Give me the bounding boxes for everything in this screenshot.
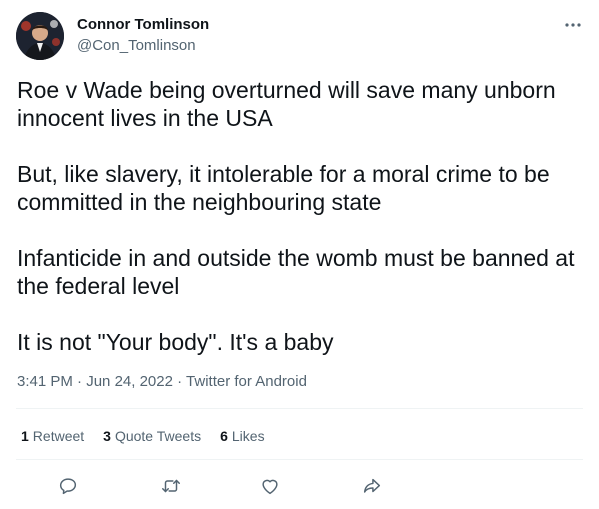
- retweet-button[interactable]: [157, 472, 185, 500]
- retweet-icon: [162, 479, 180, 493]
- avatar-photo: [16, 12, 64, 60]
- author-avatar[interactable]: [16, 12, 64, 60]
- tweet-paragraph: But, like slavery, it intolerable for a …: [17, 161, 550, 215]
- tweet-text: Roe v Wade being overturned will save ma…: [17, 76, 589, 356]
- retweets-count: 1: [21, 428, 29, 444]
- meta-separator: ·: [72, 373, 87, 390]
- share-button[interactable]: [358, 472, 386, 500]
- quote-tweets-stat[interactable]: 3 Quote Tweets: [103, 426, 201, 446]
- reply-icon: [59, 478, 77, 495]
- author-display-name[interactable]: Connor Tomlinson: [77, 15, 209, 35]
- tweet-metadata: 3:41 PM · Jun 24, 2022 · Twitter for And…: [17, 372, 307, 392]
- tweet-paragraph: Infanticide in and outside the womb must…: [17, 245, 575, 299]
- author-handle[interactable]: @Con_Tomlinson: [77, 36, 196, 56]
- share-icon: [363, 478, 381, 493]
- tweet-time[interactable]: 3:41 PM: [17, 373, 73, 390]
- tweet-paragraph: Roe v Wade being overturned will save ma…: [17, 77, 556, 131]
- tweet-date[interactable]: Jun 24, 2022: [86, 373, 173, 390]
- retweets-stat[interactable]: 1 Retweet: [21, 426, 84, 446]
- quote-tweets-count: 3: [103, 428, 111, 444]
- engagement-stats: 1 Retweet 3 Quote Tweets 6 Likes: [21, 426, 265, 446]
- divider: [16, 459, 583, 460]
- divider: [16, 408, 583, 409]
- meta-separator: ·: [172, 373, 187, 390]
- likes-count: 6: [220, 428, 228, 444]
- like-icon: [262, 479, 278, 495]
- more-options-button[interactable]: [560, 12, 586, 38]
- action-bar: [0, 472, 599, 500]
- quote-tweets-label: Quote Tweets: [114, 428, 202, 444]
- likes-label: Likes: [231, 428, 265, 444]
- more-icon: [565, 23, 581, 27]
- reply-button[interactable]: [54, 472, 82, 500]
- likes-stat[interactable]: 6 Likes: [220, 426, 264, 446]
- tweet-source[interactable]: Twitter for Android: [186, 373, 307, 390]
- tweet-paragraph: It is not "Your body". It's a baby: [17, 329, 334, 355]
- tweet-card: Connor Tomlinson @Con_Tomlinson Roe v Wa…: [0, 0, 599, 509]
- retweets-label: Retweet: [32, 428, 85, 444]
- like-button[interactable]: [256, 472, 284, 500]
